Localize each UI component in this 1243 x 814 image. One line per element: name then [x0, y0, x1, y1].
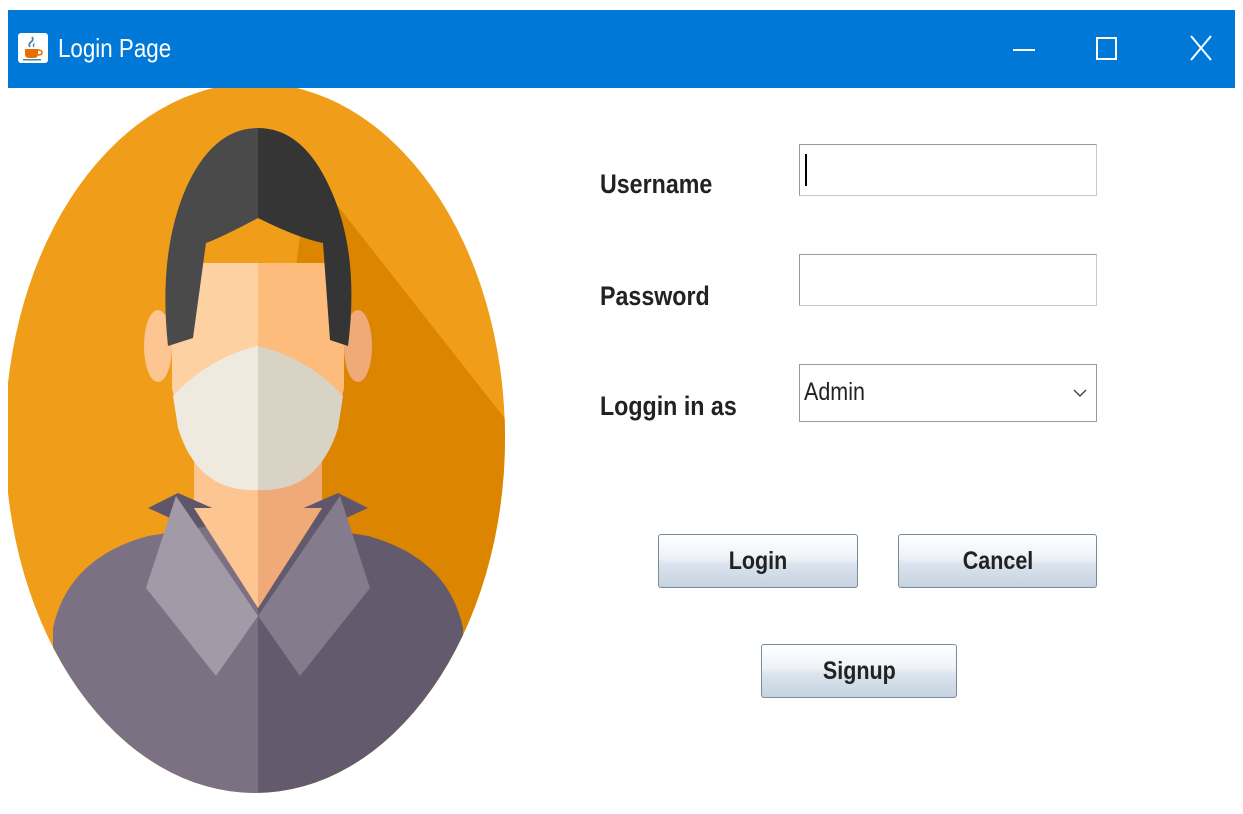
minimize-icon	[1013, 49, 1035, 51]
login-button-label: Login	[728, 546, 788, 575]
java-coffee-cup-icon[interactable]	[18, 33, 48, 63]
password-input[interactable]	[799, 254, 1097, 306]
login-button[interactable]: Login	[658, 534, 858, 588]
maximize-button[interactable]	[1067, 10, 1147, 88]
minimize-button[interactable]	[985, 10, 1065, 88]
close-button[interactable]	[1158, 10, 1238, 88]
password-label: Password	[600, 281, 710, 311]
window-title: Login Page	[58, 33, 172, 63]
chevron-down-icon[interactable]	[1072, 387, 1088, 399]
content-panel: Username Password Loggin in as Admin Log…	[8, 88, 1235, 806]
signup-button[interactable]: Signup	[761, 644, 957, 698]
login-window: Login Page Username Password Loggin in a…	[8, 10, 1235, 806]
title-bar[interactable]: Login Page	[8, 10, 1235, 88]
signup-button-label: Signup	[822, 656, 896, 685]
close-icon	[1190, 35, 1212, 61]
role-label: Loggin in as	[600, 391, 737, 421]
username-input[interactable]	[799, 144, 1097, 196]
username-label: Username	[600, 169, 713, 199]
role-select[interactable]: Admin	[799, 364, 1097, 422]
text-caret	[805, 154, 807, 186]
cancel-button[interactable]: Cancel	[898, 534, 1097, 588]
cancel-button-label: Cancel	[962, 546, 1033, 575]
user-with-face-mask-icon	[8, 88, 505, 793]
role-selected-value: Admin	[804, 378, 865, 406]
maximize-icon	[1096, 37, 1117, 60]
